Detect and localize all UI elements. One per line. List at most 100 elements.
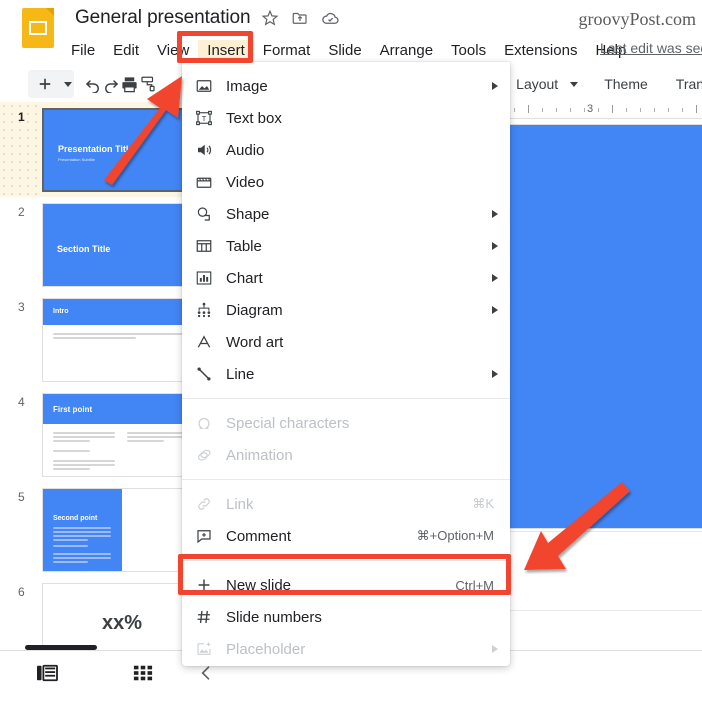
thumb-text-lines: [53, 432, 115, 444]
menu-item-audio[interactable]: Audio: [182, 134, 510, 166]
slide-number: 4: [18, 395, 25, 409]
filmstrip-view-icon[interactable]: [36, 663, 58, 688]
add-slide-icon[interactable]: [30, 70, 60, 98]
menu-item-video[interactable]: Video: [182, 166, 510, 198]
ruler-tick: [654, 108, 655, 112]
menu-item-word-art[interactable]: Word art: [182, 326, 510, 358]
thumb-text-line: [53, 333, 185, 335]
layout-button[interactable]: Layout: [508, 76, 566, 92]
ruler-tick: [556, 108, 557, 112]
ruler-tick: [570, 108, 571, 112]
menu-extensions[interactable]: Extensions: [495, 40, 586, 61]
cloud-saved-icon[interactable]: [320, 8, 340, 28]
menu-item-text-box[interactable]: T Text box: [182, 102, 510, 134]
omega-icon: [182, 414, 226, 432]
transition-button[interactable]: Tran: [668, 76, 702, 92]
ruler-tick: [584, 108, 585, 112]
menu-item-shape[interactable]: Shape: [182, 198, 510, 230]
thumb-text-line: [53, 464, 115, 466]
slide-thumbnail[interactable]: xx%: [42, 583, 185, 650]
new-slide-toolbar-button[interactable]: [28, 70, 74, 98]
menu-item-shortcut: ⌘K: [472, 496, 494, 511]
page-title[interactable]: General presentation: [75, 7, 251, 29]
menu-item-label: Shape: [226, 205, 270, 223]
slide-number: 5: [18, 490, 25, 504]
thumb-text-line: [53, 337, 136, 339]
menu-item-diagram[interactable]: Diagram: [182, 294, 510, 326]
menu-item-shortcut: Ctrl+M: [455, 577, 494, 593]
star-icon[interactable]: [260, 8, 280, 28]
redo-icon[interactable]: [102, 70, 120, 98]
menu-view[interactable]: View: [148, 40, 198, 61]
slide-number: 2: [18, 205, 25, 219]
shape-icon: [182, 205, 226, 223]
table-icon: [182, 237, 226, 255]
filmstrip-slide-6[interactable]: 6 xx%: [0, 577, 185, 650]
thumb-title: First point: [53, 405, 93, 414]
menu-item-new-slide[interactable]: New slide Ctrl+M: [182, 569, 510, 601]
thumb-text-line: [53, 527, 111, 529]
menu-insert[interactable]: Insert: [198, 39, 254, 61]
thumb-text-line: [53, 460, 115, 462]
slide-thumbnail[interactable]: Intro: [42, 298, 185, 382]
plus-icon: [182, 576, 226, 594]
thumb-title: Intro: [53, 308, 69, 315]
filmstrip-slide-4[interactable]: 4 First point: [0, 387, 185, 482]
slide-thumbnail[interactable]: Second point: [42, 488, 185, 572]
icon-inner: [29, 21, 47, 35]
menu-item-label: Video: [226, 173, 265, 191]
submenu-arrow-icon: [492, 370, 498, 378]
submenu-arrow-icon: [492, 210, 498, 218]
menu-item-shortcut: ⌘+Option+M: [416, 528, 494, 543]
menu-item-label: Animation: [226, 446, 293, 464]
ruler-tick: [682, 108, 683, 112]
menu-item-chart[interactable]: Chart: [182, 262, 510, 294]
print-icon[interactable]: [120, 70, 139, 98]
ruler-tick: [668, 108, 669, 112]
menu-format[interactable]: Format: [254, 40, 320, 61]
menu-tools[interactable]: Tools: [442, 40, 495, 61]
layout-chevron-down-icon[interactable]: [570, 81, 579, 87]
paint-format-icon[interactable]: [139, 70, 157, 98]
move-to-folder-icon[interactable]: [290, 8, 310, 28]
ruler-tick: [542, 108, 543, 112]
theme-button[interactable]: Theme: [596, 76, 656, 92]
menu-arrange[interactable]: Arrange: [371, 40, 442, 61]
chevron-down-icon[interactable]: [64, 81, 72, 87]
collapse-panel-icon[interactable]: [196, 663, 216, 688]
insert-menu-dropdown[interactable]: Image T Text box Audio Video Shape Table Chart D…: [182, 62, 510, 666]
filmstrip-slide-2[interactable]: 2 Section Title: [0, 197, 185, 292]
menu-slide[interactable]: Slide: [319, 40, 370, 61]
ruler-tick: [612, 105, 613, 113]
thumb-text-lines: [53, 333, 185, 341]
menu-item-image[interactable]: Image: [182, 70, 510, 102]
thumb-text-line: [127, 440, 164, 442]
slide-number: 6: [18, 585, 25, 599]
menu-item-line[interactable]: Line: [182, 358, 510, 390]
filmstrip-slide-5[interactable]: 5 Second point: [0, 482, 185, 577]
thumb-text-line: [53, 531, 111, 533]
thumb-title: Section Title: [57, 244, 111, 254]
filmstrip-slide-1[interactable]: 1 Presentation Title Presentation Subtitle: [0, 102, 185, 197]
slide-thumbnail[interactable]: First point: [42, 393, 185, 477]
thumb-text-line: [127, 436, 185, 438]
menu-edit[interactable]: Edit: [104, 40, 148, 61]
slide-thumbnail[interactable]: Presentation Title Presentation Subtitle: [42, 108, 185, 192]
thumb-text-lines: [53, 460, 115, 472]
menu-item-table[interactable]: Table: [182, 230, 510, 262]
slide-filmstrip[interactable]: 1 Presentation Title Presentation Subtitle…: [0, 102, 186, 650]
thumb-text-line: [53, 553, 111, 555]
menu-file[interactable]: File: [62, 40, 104, 61]
image-icon: [182, 77, 226, 95]
grid-view-icon[interactable]: [132, 663, 154, 688]
thumb-text-line: [53, 539, 88, 541]
filmstrip-slide-3[interactable]: 3 Intro: [0, 292, 185, 387]
last-edit-status[interactable]: Last edit was sec: [600, 40, 702, 56]
menu-item-slide-numbers[interactable]: Slide numbers: [182, 601, 510, 633]
ruler-tick: [514, 108, 515, 112]
slides-file-icon[interactable]: [22, 8, 54, 48]
undo-icon[interactable]: [84, 70, 102, 98]
ruler-tick: [640, 108, 641, 112]
menu-item-comment[interactable]: Comment ⌘+Option+M: [182, 520, 510, 552]
slide-thumbnail[interactable]: Section Title: [42, 203, 185, 287]
